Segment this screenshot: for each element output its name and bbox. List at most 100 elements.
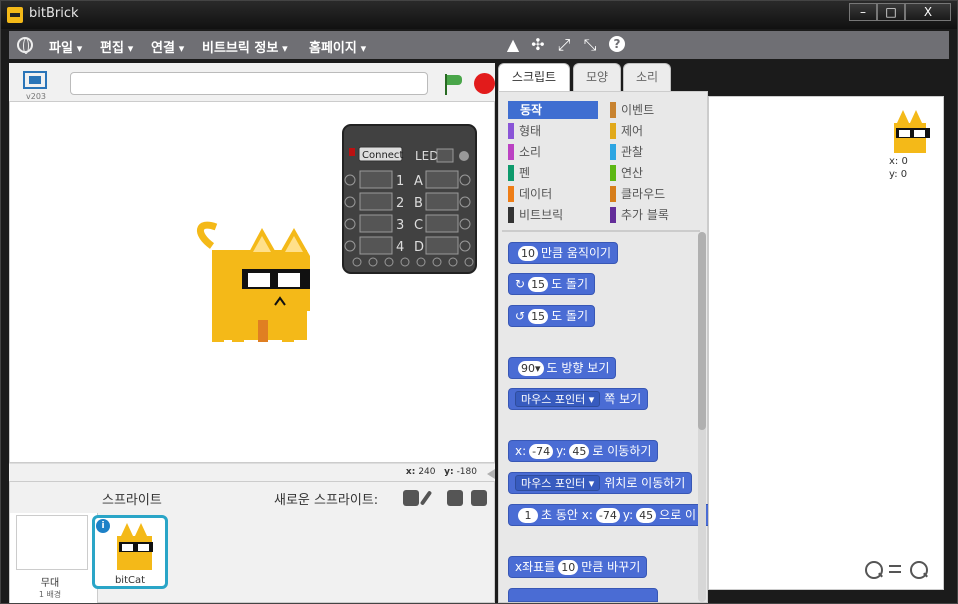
category-sound[interactable]: 소리 bbox=[508, 143, 541, 161]
category-events[interactable]: 이벤트 bbox=[610, 101, 654, 119]
coord-x-label: x: bbox=[405, 467, 416, 477]
paint-brush-icon[interactable] bbox=[419, 490, 433, 506]
block-change-x[interactable]: x좌표를 10 만큼 바꾸기 bbox=[508, 556, 648, 578]
block-glide[interactable]: 1초 동안 x: -74 y: 45 으로 이 bbox=[508, 504, 709, 526]
led-label: LED bbox=[415, 149, 439, 163]
zoom-out-icon[interactable] bbox=[865, 561, 883, 579]
sprite-pane: 스프라이트 새로운 스프라이트: 무대 1 배경 i bitCat bbox=[9, 481, 495, 603]
sprite-thumbnail-bitcat[interactable]: i bitCat bbox=[92, 515, 168, 589]
tab-sounds[interactable]: 소리 bbox=[623, 63, 671, 91]
menu-bitbrick-info[interactable]: 비트브릭 정보 bbox=[202, 37, 288, 56]
block-change-x-text: 만큼 바꾸기 bbox=[581, 560, 641, 574]
maximize-button[interactable]: □ bbox=[877, 3, 905, 21]
block-glide-seconds[interactable]: 1 bbox=[518, 508, 538, 523]
led-status-icon bbox=[459, 151, 469, 161]
block-goto-position-text: 위치로 이동하기 bbox=[604, 476, 686, 490]
block-turn-left-value[interactable]: 15 bbox=[528, 309, 549, 324]
menu-homepage[interactable]: 홈페이지 bbox=[309, 37, 366, 56]
menu-file[interactable]: 파일 bbox=[49, 37, 82, 56]
shrink-icon[interactable]: ⤡ bbox=[581, 36, 599, 54]
sprites-title: 스프라이트 bbox=[102, 493, 162, 508]
category-control-label: 제어 bbox=[621, 124, 644, 138]
category-pen[interactable]: 펜 bbox=[508, 164, 530, 182]
menu-connect[interactable]: 연결 bbox=[151, 37, 184, 56]
category-data[interactable]: 데이터 bbox=[508, 185, 552, 203]
block-point-towards[interactable]: 마우스 포인터 ▾ 쪽 보기 bbox=[508, 388, 649, 410]
block-move-steps[interactable]: 10 만큼 움직이기 bbox=[508, 242, 619, 264]
app-window: bitBrick – □ X 파일 편집 연결 비트브릭 정보 홈페이지 ▲ ✣… bbox=[0, 0, 958, 604]
block-goto-y-value[interactable]: 45 bbox=[569, 444, 590, 459]
block-direction-value[interactable]: 90▾ bbox=[518, 361, 544, 376]
port-value-b bbox=[425, 192, 459, 211]
green-flag-icon[interactable] bbox=[442, 73, 464, 95]
language-globe-icon[interactable] bbox=[17, 37, 33, 54]
stage-selector[interactable]: 무대 1 배경 bbox=[10, 513, 98, 603]
category-more-blocks[interactable]: 추가 블록 bbox=[610, 206, 669, 224]
block-change-x-value[interactable]: 10 bbox=[558, 560, 579, 575]
block-goto-x-value[interactable]: -74 bbox=[529, 444, 554, 459]
port-label-b: B bbox=[414, 196, 423, 211]
tab-scripts[interactable]: 스크립트 bbox=[498, 63, 570, 91]
block-partial[interactable] bbox=[508, 588, 658, 602]
block-towards-dropdown[interactable]: 마우스 포인터 ▾ bbox=[515, 391, 601, 407]
project-name-input[interactable] bbox=[70, 72, 428, 95]
coord-x-value: 240 bbox=[418, 467, 436, 477]
zoom-reset-icon[interactable] bbox=[889, 565, 901, 573]
category-motion[interactable]: 동작 bbox=[508, 101, 598, 119]
block-move-value[interactable]: 10 bbox=[518, 246, 538, 261]
collapse-stage-icon[interactable] bbox=[487, 469, 495, 479]
category-bitbrick[interactable]: 비트브릭 bbox=[508, 206, 563, 224]
block-goto-dropdown[interactable]: 마우스 포인터 ▾ bbox=[515, 475, 601, 491]
block-turn-right[interactable]: ↻ 15 도 돌기 bbox=[508, 273, 595, 295]
category-cloud[interactable]: 클라우드 bbox=[610, 185, 665, 203]
block-go-to[interactable]: 마우스 포인터 ▾ 위치로 이동하기 bbox=[508, 472, 693, 494]
choose-sprite-icon[interactable] bbox=[403, 490, 419, 506]
category-control[interactable]: 제어 bbox=[610, 122, 643, 140]
port-label-3: 3 bbox=[396, 218, 404, 233]
category-bitbrick-label: 비트브릭 bbox=[519, 208, 564, 222]
category-operators[interactable]: 연산 bbox=[610, 164, 643, 182]
menu-edit[interactable]: 편집 bbox=[100, 37, 133, 56]
palette-scroll-thumb[interactable] bbox=[698, 232, 706, 430]
help-icon[interactable]: ? bbox=[609, 36, 625, 52]
port-value-2 bbox=[359, 192, 393, 211]
block-glide-x-value[interactable]: -74 bbox=[595, 508, 620, 523]
bitcat-sprite-icon[interactable] bbox=[197, 221, 310, 342]
block-palette: 동작 형태 소리 펜 데이터 비트브릭 이벤트 제어 관찰 연산 클라우드 추가… bbox=[498, 91, 709, 603]
camera-icon[interactable] bbox=[471, 490, 487, 506]
minimize-button[interactable]: – bbox=[849, 3, 877, 21]
script-area[interactable]: x: 0 y: 0 bbox=[708, 96, 944, 590]
category-pen-label: 펜 bbox=[519, 166, 531, 180]
block-turn-left[interactable]: ↺ 15 도 돌기 bbox=[508, 305, 595, 327]
stamp-icon[interactable]: ▲ bbox=[504, 36, 522, 54]
category-looks[interactable]: 형태 bbox=[508, 122, 541, 140]
current-sprite-icon bbox=[894, 110, 930, 153]
grow-icon[interactable]: ⤢ bbox=[555, 36, 573, 54]
category-sensing[interactable]: 관찰 bbox=[610, 143, 643, 161]
info-icon[interactable]: i bbox=[96, 519, 110, 533]
port-value-d bbox=[425, 236, 459, 255]
close-button[interactable]: X bbox=[905, 3, 951, 21]
window-title: bitBrick bbox=[29, 6, 79, 21]
stage-canvas[interactable]: Connect LED 1 A 2 B 3 C 4 D bbox=[9, 101, 495, 463]
block-turn-right-value[interactable]: 15 bbox=[528, 277, 549, 292]
connection-status-icon bbox=[349, 148, 355, 156]
upload-sprite-icon[interactable] bbox=[447, 490, 463, 506]
bitbrick-app-icon bbox=[7, 7, 23, 23]
cross-arrows-icon[interactable]: ✣ bbox=[529, 36, 547, 54]
coord-y-label: y: bbox=[444, 467, 454, 477]
stop-icon[interactable] bbox=[474, 73, 495, 94]
port-label-a: A bbox=[414, 174, 423, 189]
stage-thumbnail[interactable] bbox=[16, 515, 88, 570]
block-glide-y-value[interactable]: 45 bbox=[636, 508, 657, 523]
tab-costumes[interactable]: 모양 bbox=[573, 63, 621, 91]
block-go-to-xy[interactable]: x: -74 y: 45 로 이동하기 bbox=[508, 440, 659, 462]
block-point-direction[interactable]: 90▾ 도 방향 보기 bbox=[508, 357, 617, 379]
hardware-board: Connect LED 1 A 2 B 3 C 4 D bbox=[342, 124, 477, 274]
palette-scrollbar[interactable] bbox=[698, 232, 706, 602]
block-direction-text: 도 방향 보기 bbox=[546, 361, 610, 375]
fullscreen-icon[interactable] bbox=[23, 71, 47, 89]
block-goto-text: 로 이동하기 bbox=[592, 444, 652, 458]
zoom-in-icon[interactable] bbox=[910, 561, 928, 579]
connect-label: Connect bbox=[362, 150, 403, 161]
